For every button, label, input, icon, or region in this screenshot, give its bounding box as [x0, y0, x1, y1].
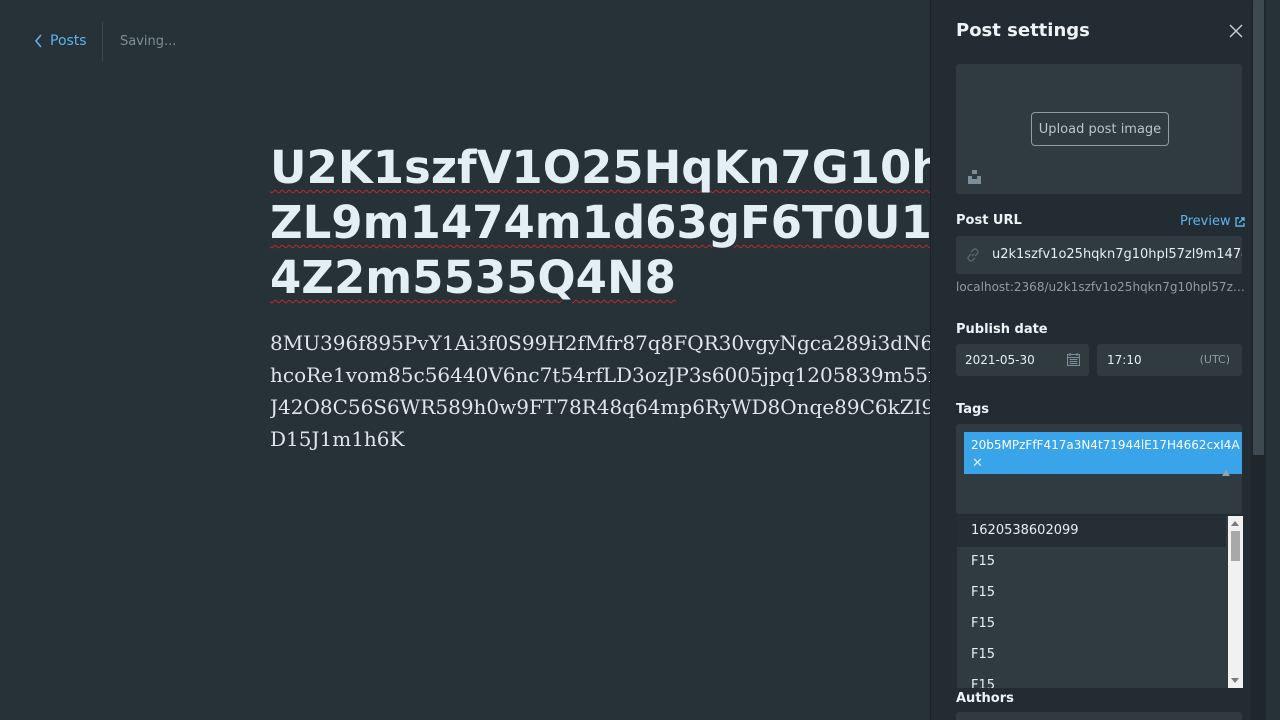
- preview-label: Preview: [1180, 214, 1231, 229]
- preview-link[interactable]: Preview: [1180, 214, 1245, 229]
- panel-title: Post settings: [956, 20, 1090, 41]
- tag-option[interactable]: F15: [957, 547, 1226, 578]
- selected-tag[interactable]: 20b5MPzFfF417a3N4t71944lE17H4662cxI4A ✕: [964, 432, 1242, 476]
- body-line: J42O8C56S6WR589h0w9FT78R48q64mp6RyWD8Onq…: [270, 395, 930, 419]
- tag-option[interactable]: F15: [957, 609, 1226, 640]
- back-link-label: Posts: [50, 33, 87, 49]
- date-value: 2021-05-30: [965, 353, 1035, 367]
- post-url-value: u2k1szfv1o25hqkn7g10hpl57zl9m1474m1d63gf…: [992, 247, 1242, 262]
- post-title[interactable]: U2K1szfV1O25HqKn7G10hPL ZL9m1474m1d63gF6…: [270, 140, 930, 305]
- tag-option[interactable]: F15: [957, 640, 1226, 671]
- calendar-icon[interactable]: [1067, 353, 1080, 366]
- publish-date-input[interactable]: 2021-05-30: [956, 344, 1089, 376]
- dropdown-scrollbar[interactable]: [1228, 516, 1243, 688]
- back-to-posts-link[interactable]: Posts: [34, 33, 87, 49]
- title-line: ZL9m1474m1d63gF6T0U1737: [270, 196, 930, 249]
- panel-scrollbar-thumb[interactable]: [1253, 0, 1264, 455]
- scrollbar-thumb[interactable]: [1231, 531, 1240, 561]
- post-settings-panel: Post settings Upload post image Post URL…: [930, 0, 1266, 720]
- tag-option[interactable]: F15: [957, 671, 1226, 688]
- editor-header: Posts Saving...: [0, 0, 930, 84]
- body-line: 8MU396f895PvY1Ai3f0S99H2fMfr87q8FQR30vgy…: [270, 331, 930, 355]
- post-url-hint: localhost:2368/u2k1szfv1o25hqkn7g10hpl57…: [956, 280, 1246, 294]
- title-line: 4Z2m5535Q4N8: [270, 251, 676, 304]
- tag-option[interactable]: 1620538602099: [957, 516, 1226, 547]
- upload-image-button[interactable]: Upload post image: [1031, 112, 1169, 146]
- publish-time-input[interactable]: 17:10 (UTC): [1097, 344, 1242, 376]
- post-url-input[interactable]: u2k1szfv1o25hqkn7g10hpl57zl9m1474m1d63gf…: [956, 236, 1242, 274]
- scroll-down-arrow-icon[interactable]: [1231, 678, 1239, 683]
- post-image-dropzone[interactable]: Upload post image: [956, 64, 1242, 194]
- chevron-left-icon: [34, 34, 42, 48]
- body-line: D15J1m1h6K: [270, 427, 405, 451]
- close-icon[interactable]: [1227, 22, 1245, 40]
- tags-input[interactable]: 20b5MPzFfF417a3N4t71944lE17H4662cxI4A ✕: [956, 424, 1242, 514]
- tags-label: Tags: [956, 402, 990, 417]
- body-line: hcoRe1vom85c56440V6nc7t54rfLD3ozJP3s6005…: [270, 363, 930, 387]
- remove-tag-icon[interactable]: ✕: [972, 456, 983, 471]
- unsplash-icon[interactable]: [968, 170, 981, 184]
- external-link-icon: [1234, 216, 1245, 227]
- dropdown-caret-icon[interactable]: [1222, 470, 1230, 476]
- time-value: 17:10: [1107, 353, 1142, 367]
- panel-scrollbar[interactable]: [1251, 0, 1266, 720]
- header-divider: [102, 22, 103, 62]
- post-editor[interactable]: U2K1szfV1O25HqKn7G10hPL ZL9m1474m1d63gF6…: [270, 140, 930, 455]
- save-status: Saving...: [120, 34, 177, 49]
- title-line: U2K1szfV1O25HqKn7G10hPL: [270, 141, 930, 194]
- timezone-label: (UTC): [1199, 353, 1230, 366]
- tag-option[interactable]: F15: [957, 578, 1226, 609]
- post-url-label: Post URL: [956, 213, 1022, 228]
- tag-options-dropdown[interactable]: 1620538602099 F15 F15 F15 F15 F15: [956, 515, 1244, 689]
- publish-date-label: Publish date: [956, 322, 1048, 337]
- scroll-up-arrow-icon[interactable]: [1231, 521, 1239, 526]
- authors-label: Authors: [956, 691, 1014, 706]
- authors-input[interactable]: [956, 712, 1242, 720]
- link-icon: [967, 248, 979, 262]
- tag-label: 20b5MPzFfF417a3N4t71944lE17H4662cxI4A: [971, 438, 1240, 452]
- post-body[interactable]: 8MU396f895PvY1Ai3f0S99H2fMfr87q8FQR30vgy…: [270, 327, 930, 455]
